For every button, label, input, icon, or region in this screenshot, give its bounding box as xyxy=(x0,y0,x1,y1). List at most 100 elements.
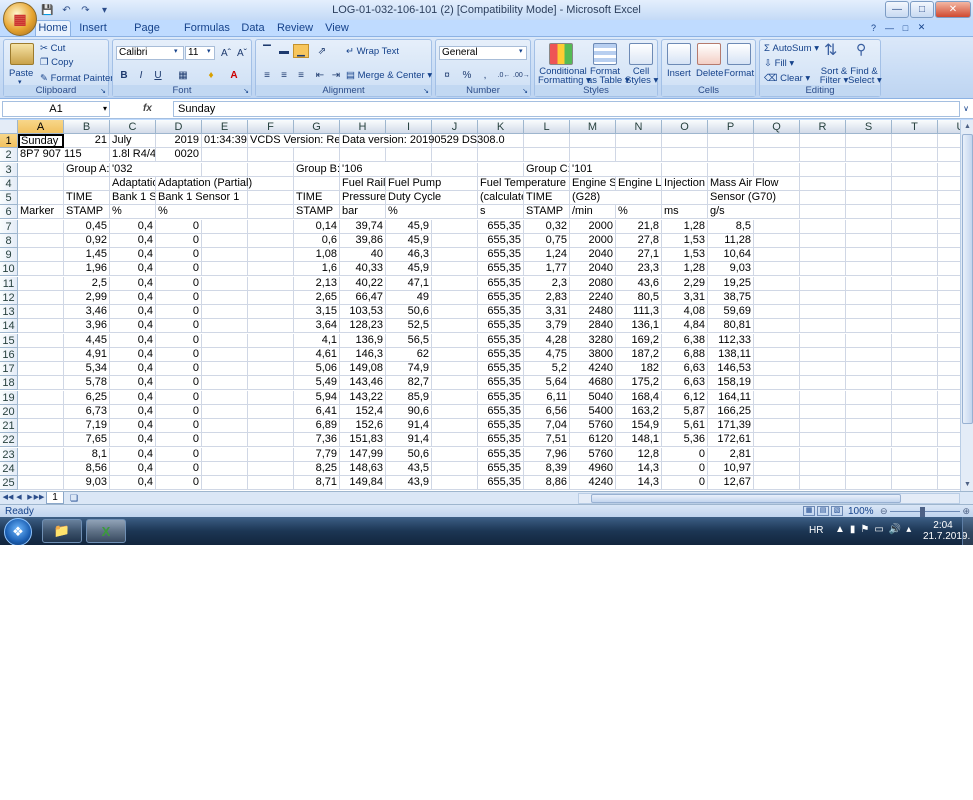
cell[interactable]: 56,5 xyxy=(386,333,432,348)
cell[interactable]: Bank 1 Sensor 1 xyxy=(156,191,294,205)
cell[interactable]: 46,3 xyxy=(386,248,432,262)
tab-home[interactable]: Home xyxy=(35,20,71,37)
cell[interactable]: 0 xyxy=(156,419,202,433)
comma-icon[interactable]: , xyxy=(477,68,493,82)
cell[interactable] xyxy=(846,276,892,291)
language-indicator[interactable]: HR xyxy=(809,525,823,536)
cell[interactable]: 3800 xyxy=(570,347,616,362)
cell[interactable]: 112,33 xyxy=(708,333,754,348)
cell[interactable] xyxy=(938,291,960,305)
cell[interactable] xyxy=(938,319,960,334)
cell[interactable]: 62 xyxy=(386,347,432,362)
cell[interactable] xyxy=(754,476,800,490)
cell[interactable]: 128,23 xyxy=(340,319,386,334)
cell[interactable]: Adaptation (Partial) xyxy=(156,176,340,191)
cell[interactable]: % xyxy=(156,205,294,220)
cell[interactable]: Group C: xyxy=(524,162,570,177)
ribbon-restore-icon[interactable]: □ xyxy=(899,21,912,34)
cell[interactable] xyxy=(800,233,846,248)
cell[interactable]: 0 xyxy=(662,461,708,476)
cell[interactable]: Data version: 20190529 DS308.0 xyxy=(340,134,960,148)
cell[interactable]: 136,1 xyxy=(616,319,662,334)
sort-filter-icon[interactable]: ⇅ xyxy=(824,40,837,60)
cell[interactable] xyxy=(846,333,892,348)
cell[interactable] xyxy=(478,148,524,163)
taskbar-excel[interactable]: X xyxy=(86,519,126,543)
cell[interactable] xyxy=(432,305,478,319)
cell[interactable]: 12,67 xyxy=(708,476,754,490)
cell[interactable] xyxy=(248,248,294,262)
cell[interactable]: 655,35 xyxy=(478,461,524,476)
cell[interactable]: 27,8 xyxy=(616,233,662,248)
cell[interactable]: VCDS Version: Release 19.6.1 (x64) xyxy=(248,134,340,148)
cell[interactable]: 655,35 xyxy=(478,333,524,348)
cell[interactable]: 4680 xyxy=(570,376,616,391)
cell[interactable]: (G28) xyxy=(570,191,708,205)
cell[interactable] xyxy=(432,347,478,362)
cell[interactable] xyxy=(18,233,64,248)
cell[interactable]: 138,11 xyxy=(708,347,754,362)
cell[interactable]: 1,45 xyxy=(64,248,110,262)
cell[interactable] xyxy=(800,347,846,362)
paste-icon[interactable] xyxy=(10,43,34,65)
column-header[interactable]: O xyxy=(662,120,708,134)
cell[interactable] xyxy=(800,362,846,376)
network-icon[interactable]: ▭ xyxy=(874,524,883,535)
cell-styles-button[interactable]: Cell Styles ▾ xyxy=(625,67,658,86)
cell[interactable] xyxy=(754,433,800,448)
font-size-dropdown-icon[interactable]: ▾ xyxy=(207,47,211,55)
cell[interactable] xyxy=(938,348,960,362)
row-header[interactable]: 13 xyxy=(0,305,18,319)
cell[interactable]: % xyxy=(616,205,662,220)
cell[interactable]: 2240 xyxy=(570,290,616,305)
cell[interactable]: 7,04 xyxy=(524,419,570,433)
insert-function-button[interactable]: fx xyxy=(113,101,173,117)
cell[interactable]: 0 xyxy=(156,333,202,348)
column-header[interactable]: Q xyxy=(754,120,800,134)
delete-cells-icon[interactable] xyxy=(697,43,721,65)
cell[interactable]: '101 xyxy=(570,163,960,177)
row-header[interactable]: 10 xyxy=(0,262,18,277)
cell[interactable]: 43,5 xyxy=(386,461,432,476)
cell[interactable]: Pressure ( xyxy=(340,191,386,205)
alignment-launcher-icon[interactable]: ↘ xyxy=(423,87,429,95)
cell[interactable]: Marker xyxy=(18,205,64,220)
cell[interactable] xyxy=(248,419,294,433)
cell[interactable]: 0,4 xyxy=(110,419,156,433)
cell[interactable]: 2,81 xyxy=(708,447,754,462)
cell[interactable]: Adaptation xyxy=(110,176,156,191)
row-header[interactable]: 4 xyxy=(0,176,18,191)
cell[interactable] xyxy=(432,433,478,448)
number-launcher-icon[interactable]: ↘ xyxy=(522,87,528,95)
cell[interactable] xyxy=(892,476,938,490)
cell[interactable] xyxy=(754,233,800,248)
cell[interactable] xyxy=(432,404,478,419)
cell[interactable] xyxy=(202,219,248,234)
cell[interactable]: 655,35 xyxy=(478,305,524,319)
start-button[interactable]: ❖ xyxy=(4,518,32,545)
cell[interactable]: 655,35 xyxy=(478,262,524,277)
cell[interactable]: 4,91 xyxy=(64,347,110,362)
column-header[interactable]: A xyxy=(18,120,64,134)
cell[interactable]: 3,31 xyxy=(662,290,708,305)
cell[interactable]: 59,69 xyxy=(708,305,754,319)
cell[interactable]: 0 xyxy=(662,447,708,462)
zoom-out-icon[interactable]: ⊖ xyxy=(880,506,888,517)
cell[interactable]: TIME xyxy=(64,191,110,205)
row-header[interactable]: 23 xyxy=(0,447,18,462)
cell[interactable]: 3,96 xyxy=(64,319,110,334)
cell[interactable] xyxy=(432,219,478,234)
cell[interactable]: 9,03 xyxy=(64,476,110,490)
cell[interactable]: 655,35 xyxy=(478,433,524,448)
name-box-dropdown-icon[interactable]: ▾ xyxy=(103,102,107,116)
fill-color-icon[interactable]: ♦ xyxy=(203,68,219,82)
row-header[interactable]: 9 xyxy=(0,248,18,262)
cell[interactable]: 1,08 xyxy=(294,248,340,262)
cell[interactable]: Sensor (G70) xyxy=(708,191,960,205)
show-desktop-button[interactable] xyxy=(962,517,973,545)
cell[interactable]: Fuel Rail xyxy=(340,176,386,191)
cell-styles-icon[interactable] xyxy=(629,43,653,65)
cell[interactable] xyxy=(18,447,64,462)
vertical-scroll-thumb[interactable] xyxy=(962,134,973,424)
cell[interactable]: STAMP xyxy=(64,205,110,220)
